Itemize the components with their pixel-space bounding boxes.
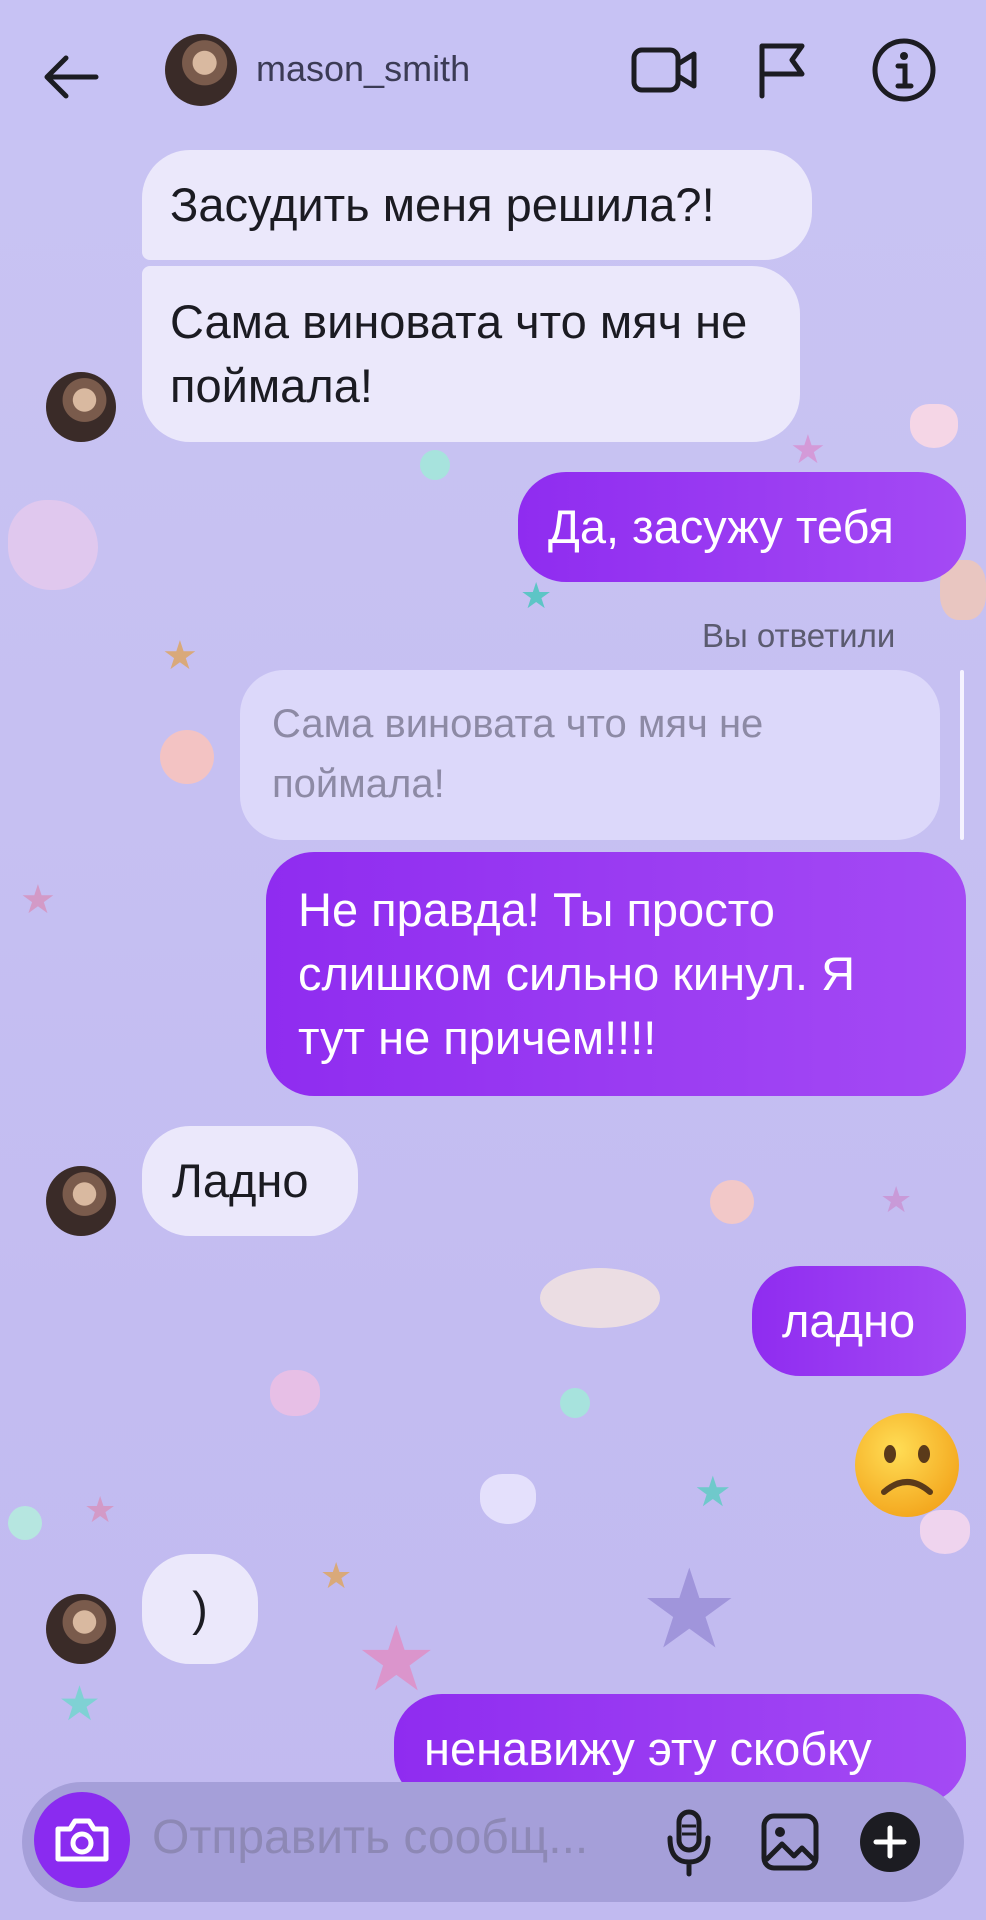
sticker-decoration: ★	[520, 575, 553, 616]
sticker-decoration	[270, 1370, 320, 1416]
sticker-decoration: ★	[20, 878, 56, 922]
sticker-decoration: ★	[640, 1548, 739, 1671]
sender-avatar[interactable]	[46, 1166, 116, 1236]
sender-avatar[interactable]	[46, 1594, 116, 1664]
video-call-icon[interactable]	[630, 40, 700, 100]
sticker-decoration: ★	[694, 1468, 732, 1515]
microphone-icon[interactable]	[664, 1808, 714, 1878]
butterfly-sticker	[540, 1268, 660, 1328]
sticker-decoration: ★	[790, 428, 826, 472]
sticker-decoration: ★	[162, 634, 198, 678]
username[interactable]: mason_smith	[256, 48, 470, 90]
sent-message[interactable]: Да, засужу тебя	[518, 472, 966, 582]
sticker-decoration: ★	[84, 1489, 117, 1530]
plus-icon[interactable]	[858, 1810, 922, 1874]
sent-message[interactable]: Не правда! Ты просто слишком сильно кину…	[266, 852, 966, 1096]
avatar[interactable]	[165, 34, 237, 106]
quoted-message[interactable]: Сама виновата что мяч не поймала!	[240, 670, 940, 840]
sticker-decoration	[480, 1474, 536, 1524]
reply-indicator: Вы ответили	[702, 617, 896, 654]
sent-message[interactable]: ладно	[752, 1266, 966, 1376]
received-message[interactable]: Засудить меня решила?!	[142, 150, 812, 260]
info-icon[interactable]	[870, 36, 938, 104]
sticker-decoration: ★	[356, 1610, 437, 1710]
sticker-decoration: ★	[880, 1179, 913, 1220]
sticker-decoration	[710, 1180, 754, 1224]
received-message[interactable]: Ладно	[142, 1126, 358, 1236]
sticker-decoration	[910, 404, 958, 448]
flag-icon[interactable]	[752, 40, 812, 100]
chat-header	[0, 0, 986, 140]
message-input[interactable]: Отправить сообщ...	[152, 1810, 632, 1865]
back-arrow-icon[interactable]	[36, 42, 106, 112]
sticker-decoration	[560, 1388, 590, 1418]
quote-indicator-bar	[960, 670, 964, 840]
sticker-decoration	[420, 450, 450, 480]
sticker-decoration	[8, 1506, 42, 1540]
sticker-decoration	[160, 730, 214, 784]
sticker-decoration: ★	[320, 1555, 353, 1596]
camera-icon	[55, 1818, 109, 1862]
gallery-icon[interactable]	[760, 1812, 820, 1872]
sticker-decoration: ★	[58, 1678, 102, 1731]
sad-face-emoji[interactable]	[852, 1410, 962, 1520]
sender-avatar[interactable]	[46, 372, 116, 442]
sticker-decoration	[8, 500, 98, 590]
received-message[interactable]: Сама виновата что мяч не поймала!	[142, 266, 800, 442]
received-message[interactable]: )	[142, 1554, 258, 1664]
